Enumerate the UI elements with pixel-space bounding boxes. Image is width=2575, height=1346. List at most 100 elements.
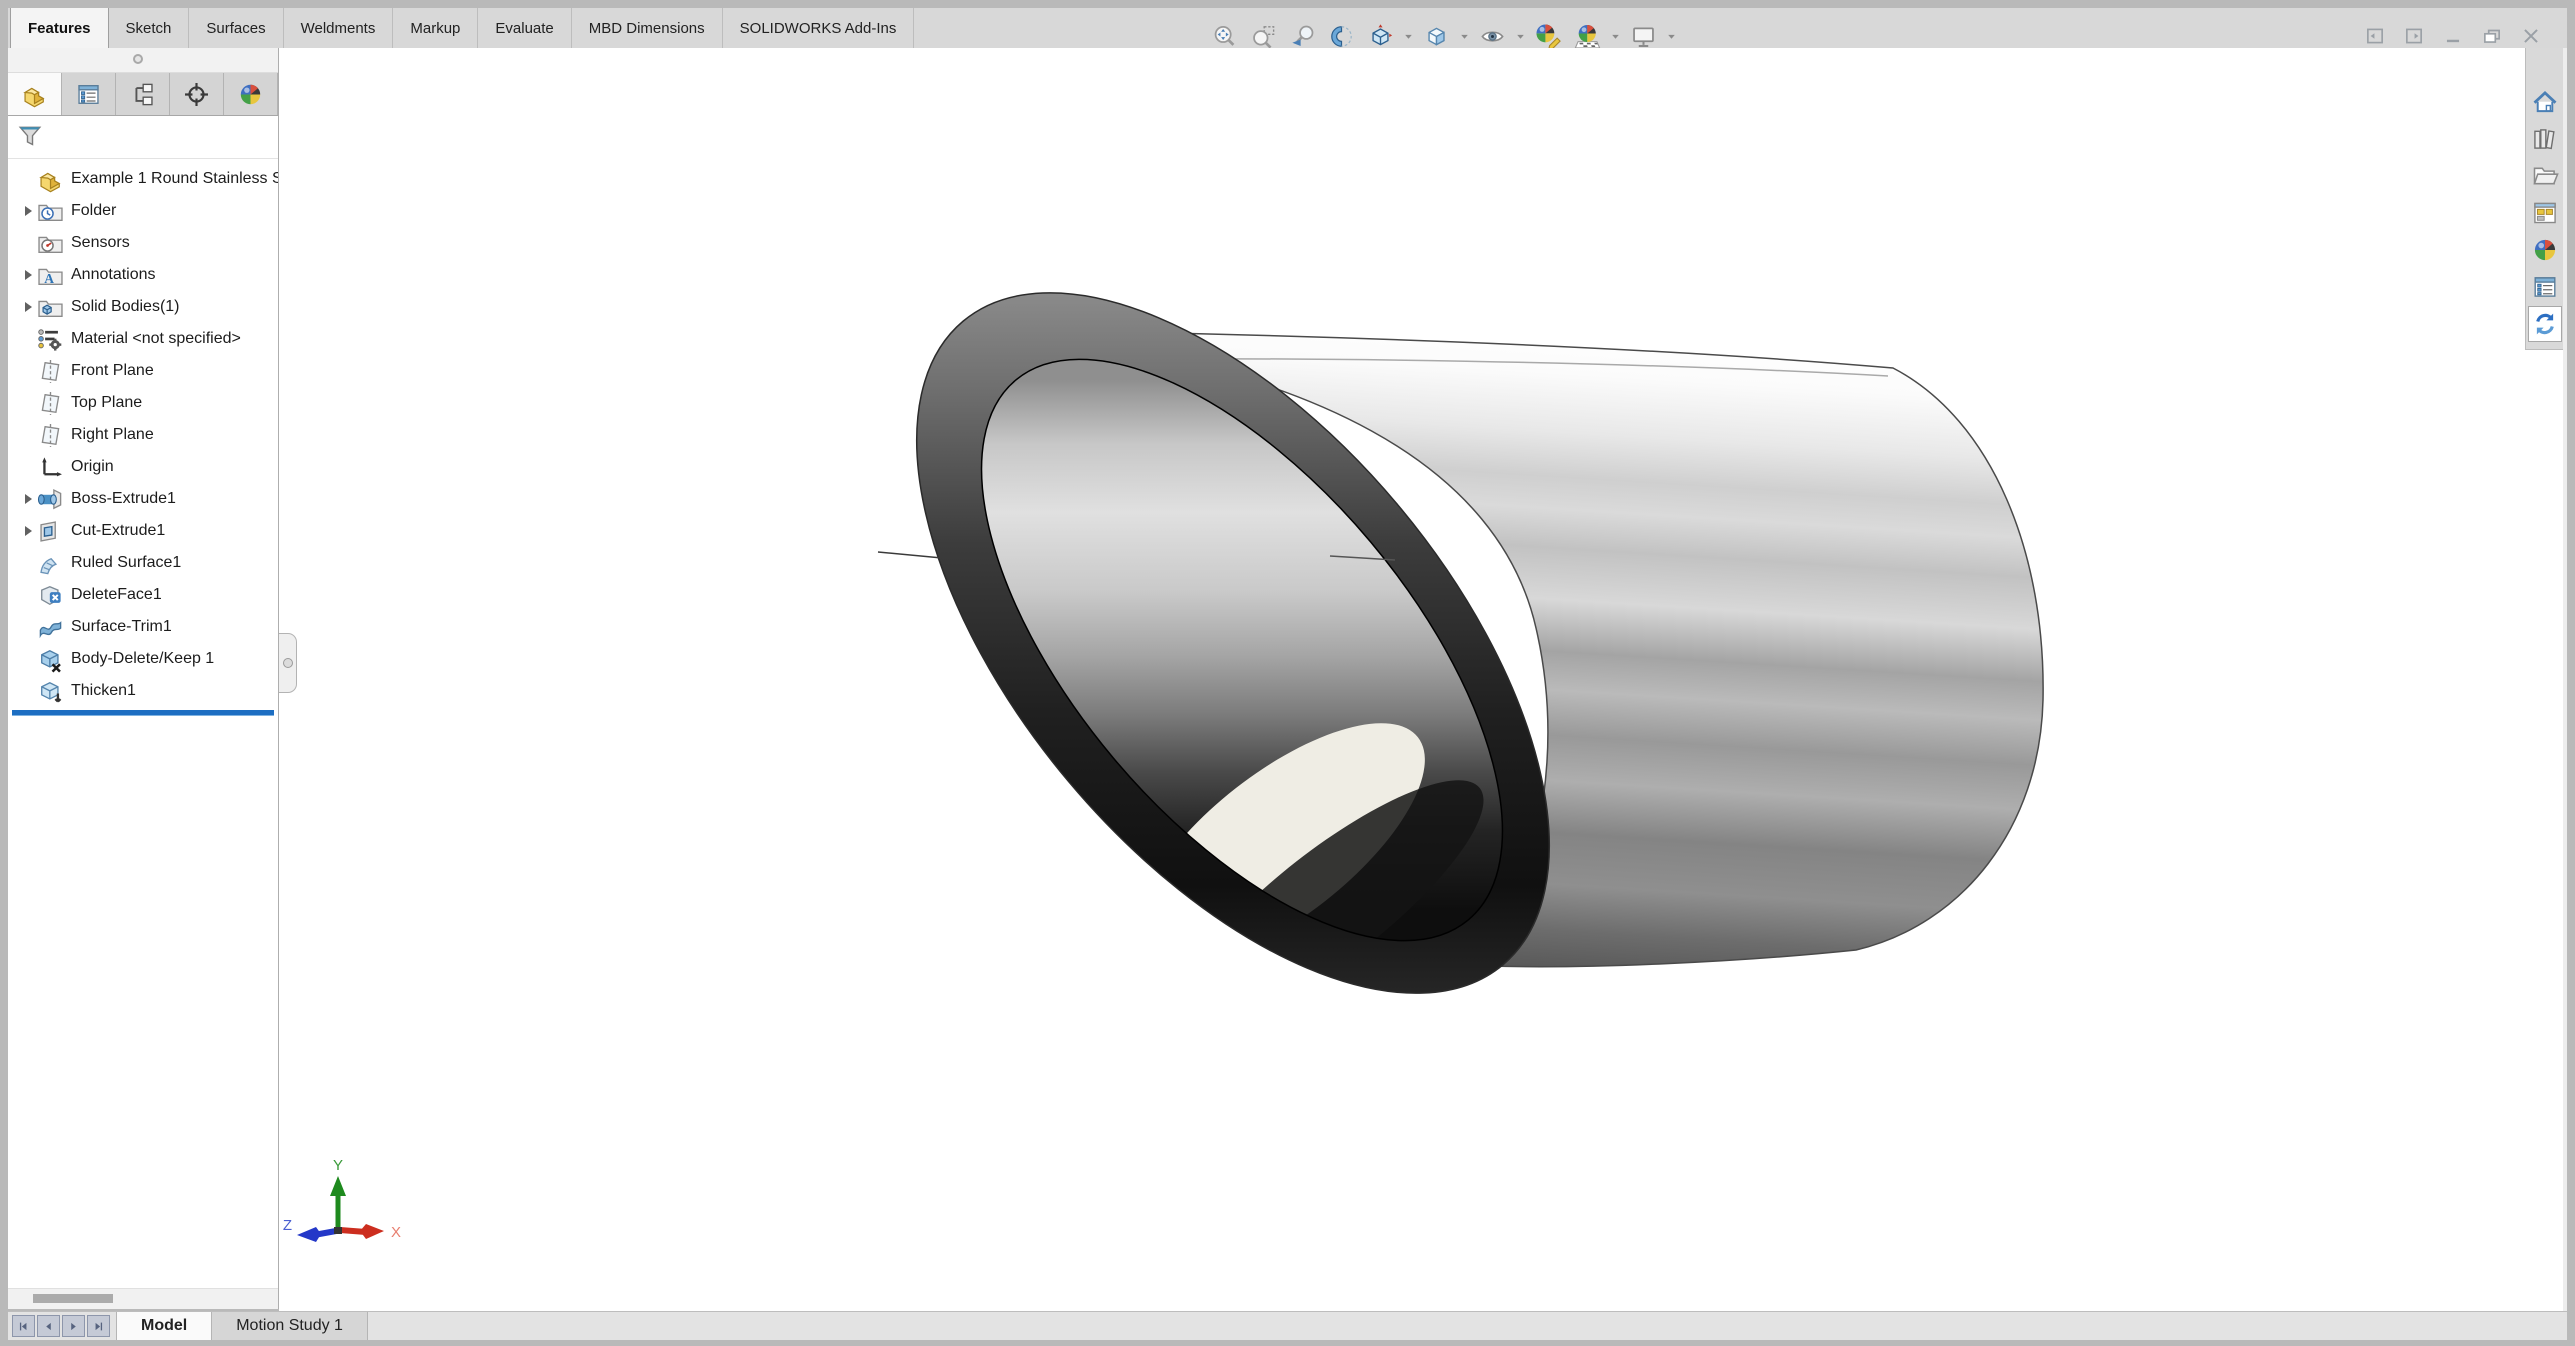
tab-nav-buttons <box>8 1312 116 1340</box>
appearances-scenes-icon[interactable] <box>2528 232 2562 268</box>
viewport-right-edge <box>2563 48 2567 1311</box>
splitter-dot-icon <box>283 658 293 668</box>
displaymanager-icon[interactable] <box>224 73 278 115</box>
tree-row-origin[interactable]: Origin <box>8 451 278 483</box>
tree-row-ruled-surface1[interactable]: Ruled Surface1 <box>8 547 278 579</box>
view-palette-icon[interactable] <box>2528 195 2562 231</box>
tree-row-surface-trim1[interactable]: Surface-Trim1 <box>8 611 278 643</box>
next-tab-icon[interactable] <box>62 1315 85 1337</box>
tree-item-label: Surface-Trim1 <box>71 618 172 636</box>
commandmanager-pin[interactable] <box>133 54 143 64</box>
ribbon-tab-sketch[interactable]: Sketch <box>109 8 190 48</box>
scrollbar-thumb[interactable] <box>33 1294 113 1303</box>
expander-icon <box>19 238 37 248</box>
expander-icon[interactable] <box>19 526 37 536</box>
tree-row-folder[interactable]: Folder <box>8 195 278 227</box>
tree-row-material-not-specified[interactable]: Material <not specified> <box>8 323 278 355</box>
ribbon-tab-label: Evaluate <box>495 20 553 37</box>
file-explorer-icon[interactable] <box>2528 158 2562 194</box>
ribbon-tab-features[interactable]: Features <box>10 8 109 48</box>
ribbon-tab-mbd-dimensions[interactable]: MBD Dimensions <box>572 8 723 48</box>
custom-properties-icon[interactable] <box>2528 269 2562 305</box>
commandmanager-collapsed-strip <box>8 48 278 73</box>
collapse-pane-right-icon[interactable] <box>2402 24 2426 48</box>
expander-icon <box>19 398 37 408</box>
tree-row-solid-bodies-1[interactable]: Solid Bodies(1) <box>8 291 278 323</box>
propertymanager-icon[interactable] <box>62 73 116 115</box>
document-tab-motion-study-1[interactable]: Motion Study 1 <box>212 1312 368 1340</box>
ribbon-tab-evaluate[interactable]: Evaluate <box>478 8 571 48</box>
expander-icon[interactable] <box>19 206 37 216</box>
part-icon <box>37 166 64 193</box>
rollback-bar[interactable] <box>12 710 274 716</box>
exhaust-tip-model[interactable] <box>878 293 2043 1065</box>
tree-row-sensors[interactable]: Sensors <box>8 227 278 259</box>
ribbon-tab-weldments[interactable]: Weldments <box>284 8 394 48</box>
tree-row-example-1-round-stainless-s[interactable]: Example 1 Round Stainless S <box>8 163 278 195</box>
tree-row-body-delete-keep-1[interactable]: Body-Delete/Keep 1 <box>8 643 278 675</box>
top-strip: Features Sketch SurfacesWeldmentsMarkup Eva… <box>8 8 2567 49</box>
history-folder-icon <box>37 198 64 225</box>
tree-row-front-plane[interactable]: Front Plane <box>8 355 278 387</box>
previous-tab-icon[interactable] <box>37 1315 60 1337</box>
expander-icon <box>19 558 37 568</box>
origin-icon <box>37 454 64 481</box>
minimize-icon[interactable] <box>2441 24 2465 48</box>
panel-splitter-handle[interactable] <box>279 633 297 693</box>
expander-icon[interactable] <box>19 302 37 312</box>
document-tab-model[interactable]: Model <box>116 1312 212 1340</box>
tree-row-annotations[interactable]: AAnnotations <box>8 259 278 291</box>
ribbon-tab-solidworks-add-ins[interactable]: SOLIDWORKS Add-Ins <box>723 8 915 48</box>
tree-row-boss-extrude1[interactable]: Boss-Extrude1 <box>8 483 278 515</box>
tree-row-thicken1[interactable]: Thicken1 <box>8 675 278 707</box>
panel-horizontal-scrollbar[interactable] <box>8 1288 278 1309</box>
tree-item-label: Ruled Surface1 <box>71 554 181 572</box>
expander-icon <box>19 654 37 664</box>
plane-icon <box>37 390 64 417</box>
tree-item-label: Front Plane <box>71 362 154 380</box>
close-icon[interactable] <box>2519 24 2543 48</box>
ribbon-tab-label: MBD Dimensions <box>589 20 705 37</box>
tree-item-label: Right Plane <box>71 426 154 444</box>
annotations-folder-icon: A <box>37 262 64 289</box>
bottom-bar: Model Motion Study 1 <box>8 1311 2567 1340</box>
graphics-viewport[interactable]: Y X Z <box>279 48 2563 1311</box>
ribbon-tab-surfaces[interactable]: Surfaces <box>189 8 283 48</box>
ribbon-tab-label: Sketch <box>126 20 172 37</box>
first-tab-icon[interactable] <box>12 1315 35 1337</box>
home-icon[interactable] <box>2528 84 2562 120</box>
expander-icon <box>19 590 37 600</box>
featuremanager-panel: Example 1 Round Stainless S Folder Sensors… <box>8 48 279 1309</box>
expander-icon <box>19 462 37 472</box>
tree-item-label: Solid Bodies(1) <box>71 298 180 316</box>
dimxpertmanager-icon[interactable] <box>170 73 224 115</box>
last-tab-icon[interactable] <box>87 1315 110 1337</box>
solid-bodies-folder-icon <box>37 294 64 321</box>
restore-icon[interactable] <box>2480 24 2504 48</box>
ribbon-tab-markup[interactable]: Markup <box>393 8 478 48</box>
tree-row-right-plane[interactable]: Right Plane <box>8 419 278 451</box>
tree-row-deleteface1[interactable]: DeleteFace1 <box>8 579 278 611</box>
tree-item-label: Origin <box>71 458 114 476</box>
expander-icon <box>19 334 37 344</box>
expander-icon <box>19 174 37 184</box>
expander-icon[interactable] <box>19 270 37 280</box>
design-library-icon[interactable] <box>2528 121 2562 157</box>
tree-row-cut-extrude1[interactable]: Cut-Extrude1 <box>8 515 278 547</box>
document-tab-label: Motion Study 1 <box>236 1317 343 1335</box>
filter-icon[interactable] <box>16 121 44 154</box>
tree-item-label: Body-Delete/Keep 1 <box>71 650 214 668</box>
configurationmanager-icon[interactable] <box>116 73 170 115</box>
collapse-pane-left-icon[interactable] <box>2363 24 2387 48</box>
model-canvas: Y X Z <box>279 48 2563 1311</box>
featuremanager-tree-icon[interactable] <box>8 73 62 115</box>
expander-icon[interactable] <box>19 494 37 504</box>
sync-icon[interactable] <box>2528 306 2562 342</box>
document-tab-label: Model <box>141 1317 187 1335</box>
thicken-icon <box>37 678 64 705</box>
tree-item-label: Folder <box>71 202 116 220</box>
surface-trim-icon <box>37 614 64 641</box>
tree-row-top-plane[interactable]: Top Plane <box>8 387 278 419</box>
rim-seam-left <box>878 552 942 558</box>
orientation-triad: Y X Z <box>283 1157 401 1242</box>
